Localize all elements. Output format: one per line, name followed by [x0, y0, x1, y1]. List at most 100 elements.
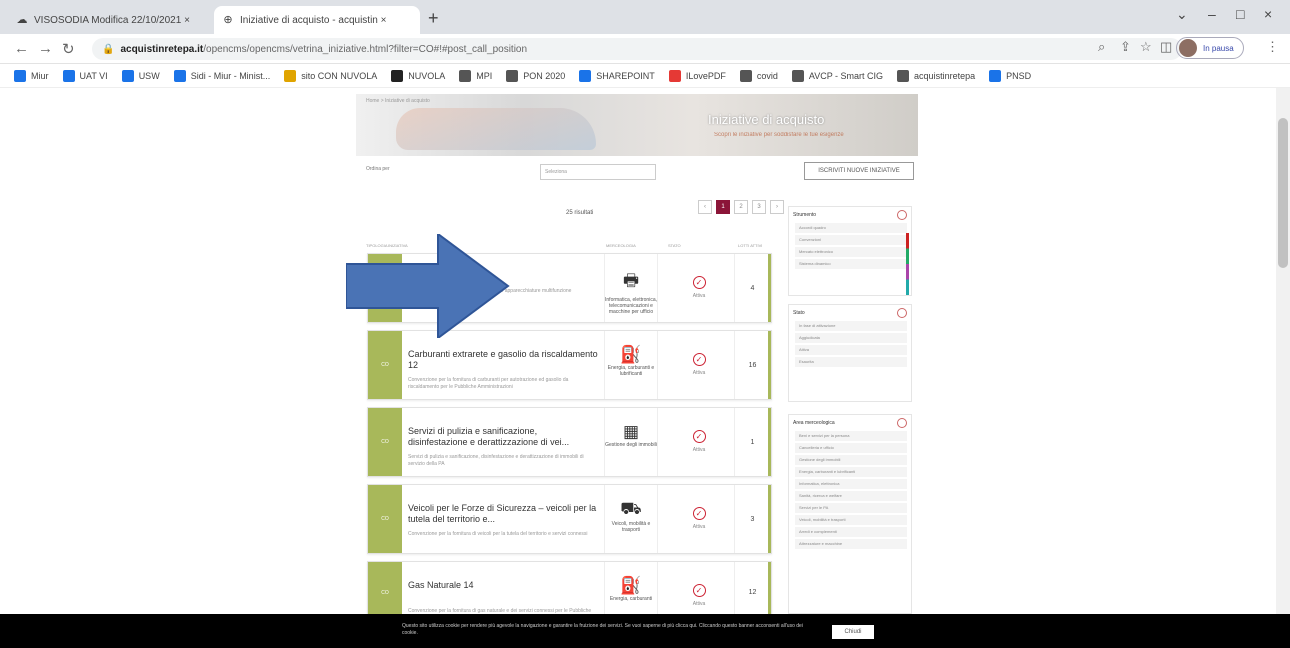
page-button[interactable]: 1	[716, 200, 730, 214]
profile-button[interactable]: In pausa	[1176, 37, 1244, 59]
lots-count: 4	[750, 284, 755, 292]
card-title[interactable]: Servizi di pulizia e sanificazione, disi…	[408, 426, 598, 448]
filter-option[interactable]: Accordi quadro	[795, 223, 907, 233]
breadcrumb[interactable]: Home > Iniziative di acquisto	[366, 98, 430, 104]
arrow-annotation	[346, 234, 510, 338]
category-icon: ⛟	[620, 499, 642, 518]
scrollbar-thumb[interactable]	[1278, 118, 1288, 268]
browser-tab-2[interactable]: ⊕ Iniziative di acquisto - acquistin ×	[214, 6, 420, 34]
check-circle-icon: ✓	[692, 353, 706, 366]
bookmark-item[interactable]: Miur	[14, 69, 49, 82]
bookmark-item[interactable]: UAT VI	[62, 69, 108, 82]
reload-icon[interactable]: ↻	[62, 40, 75, 58]
card-title[interactable]: Gas Naturale 14	[408, 580, 598, 591]
filter-merceologia-title: Area merceologica	[793, 420, 835, 426]
filter-option[interactable]: Attiva	[795, 345, 907, 355]
page-button[interactable]: 2	[734, 200, 748, 214]
filter-option[interactable]: Attrezzature e macchine	[795, 539, 907, 549]
page-button[interactable]: ‹	[698, 200, 712, 214]
filter-option[interactable]: Beni e servizi per la persona	[795, 431, 907, 441]
bookmark-label: UAT VI	[79, 70, 108, 81]
state-cell: ✓ Attiva	[664, 485, 734, 553]
column-header[interactable]: LOTTI ATTIVI	[738, 243, 762, 248]
bookmark-label: Miur	[31, 70, 49, 81]
bookmark-item[interactable]: Sidi - Miur - Minist...	[173, 69, 271, 82]
hero-image	[396, 108, 596, 150]
bookmark-item[interactable]: acquistinretepa	[897, 69, 976, 82]
filter-option[interactable]: Energia, carburanti e lubrificanti	[795, 467, 907, 477]
card-description: Servizi di pulizia e sanificazione, disi…	[408, 454, 584, 467]
bookmark-icon	[506, 69, 519, 82]
bookmark-item[interactable]: ILovePDF	[668, 69, 726, 82]
collapse-icon[interactable]	[897, 308, 907, 318]
cloud-icon: ☁	[16, 14, 28, 26]
type-label: CO	[381, 516, 389, 523]
chevron-down-icon[interactable]: ⌄	[1176, 6, 1188, 23]
collapse-icon[interactable]	[897, 210, 907, 220]
collapse-icon[interactable]	[897, 418, 907, 428]
bookmark-item[interactable]: SHAREPOINT	[579, 69, 655, 82]
column-header[interactable]: STATO	[668, 243, 681, 248]
bookmark-label: USW	[138, 70, 160, 81]
bookmark-item[interactable]: AVCP - Smart CIG	[791, 69, 883, 82]
filter-option[interactable]: In fase di attivazione	[795, 321, 907, 331]
filter-option[interactable]: Mercato elettronico	[795, 247, 907, 257]
bookmark-item[interactable]: MPI	[459, 69, 492, 82]
minimize-button[interactable]: –	[1208, 6, 1216, 22]
category-cell: ⛽ Energia, carburanti e lubrificanti	[604, 331, 658, 399]
category-icon: ▦	[622, 422, 640, 441]
scrollbar[interactable]	[1276, 88, 1290, 648]
bookmark-item[interactable]: covid	[739, 69, 778, 82]
initiative-card[interactable]: CO Carburanti extrarete e gasolio da risc…	[367, 330, 772, 400]
page-button[interactable]: 3	[752, 200, 766, 214]
card-title[interactable]: Carburanti extrarete e gasolio da riscal…	[408, 349, 598, 371]
page-title: Iniziative di acquisto	[708, 112, 825, 127]
filter-option[interactable]: Gestione degli immobili	[795, 455, 907, 465]
bookmark-item[interactable]: PNSD	[989, 69, 1031, 82]
bookmark-item[interactable]: sito CON NUVOLA	[284, 69, 378, 82]
initiative-card[interactable]: CO Servizi di pulizia e sanificazione, di…	[367, 407, 772, 477]
card-title[interactable]: Veicoli per le Forze di Sicurezza – veic…	[408, 503, 598, 525]
bookmark-label: sito CON NUVOLA	[301, 70, 378, 81]
filter-option[interactable]: Sistema dinamico	[795, 259, 907, 269]
filter-option[interactable]: Esaurita	[795, 357, 907, 367]
page-button[interactable]: ›	[770, 200, 784, 214]
bookmark-label: acquistinretepa	[914, 70, 976, 81]
filter-option[interactable]: Arredi e complementi	[795, 527, 907, 537]
filter-option[interactable]: Aggiudicata	[795, 333, 907, 343]
filter-option[interactable]: Sanità, ricerca e welfare	[795, 491, 907, 501]
zoom-icon[interactable]: ⌕	[1098, 39, 1105, 55]
filter-option[interactable]: Veicoli, mobilità e trasporti	[795, 515, 907, 525]
filter-option[interactable]: Informatica, elettronica	[795, 479, 907, 489]
bookmark-label: Sidi - Miur - Minist...	[190, 70, 271, 81]
maximize-button[interactable]: □	[1236, 6, 1244, 22]
bookmark-icon	[579, 69, 592, 82]
sidepanel-icon[interactable]: ◫	[1160, 39, 1172, 55]
column-header[interactable]: MERCEOLOGIA	[606, 243, 636, 248]
bookmark-item[interactable]: USW	[121, 69, 160, 82]
forward-icon[interactable]: →	[38, 40, 53, 57]
filter-option[interactable]: Convenzioni	[795, 235, 907, 245]
subscribe-button[interactable]: ISCRIVITI NUOVE INIZIATIVE	[804, 162, 914, 180]
bookmark-item[interactable]: PON 2020	[506, 69, 565, 82]
cookie-accept-button[interactable]: Chiudi	[832, 625, 874, 639]
star-icon[interactable]: ☆	[1140, 39, 1152, 55]
new-tab-button[interactable]: +	[428, 8, 439, 29]
back-icon[interactable]: ←	[14, 40, 29, 57]
url-input[interactable]: 🔒 acquistinretepa.it /opencms/opencms/ve…	[92, 38, 1182, 60]
bookmark-item[interactable]: NUVOLA	[391, 69, 445, 82]
filter-option[interactable]: Cancelleria e ufficio	[795, 443, 907, 453]
initiative-card[interactable]: CO Gas Naturale 14 Convenzione per la forn…	[367, 561, 772, 614]
menu-icon[interactable]: ⋮	[1266, 39, 1279, 55]
type-label: CO	[381, 589, 389, 596]
filter-option[interactable]: Servizi per le PA	[795, 503, 907, 513]
type-strip: CO	[368, 562, 402, 614]
initiative-card[interactable]: CO Veicoli per le Forze di Sicurezza – ve…	[367, 484, 772, 554]
bookmark-icon	[897, 69, 910, 82]
close-window-button[interactable]: ×	[1264, 6, 1272, 22]
category-label: Energia, carburanti e lubrificanti	[607, 365, 655, 377]
browser-tab-1[interactable]: ☁ VISOSODIA Modifica 22/10/2021 ×	[8, 6, 206, 34]
share-icon[interactable]: ⇪	[1120, 39, 1131, 55]
sort-select[interactable]: Seleziona	[540, 164, 656, 180]
type-strip: CO	[368, 331, 402, 399]
